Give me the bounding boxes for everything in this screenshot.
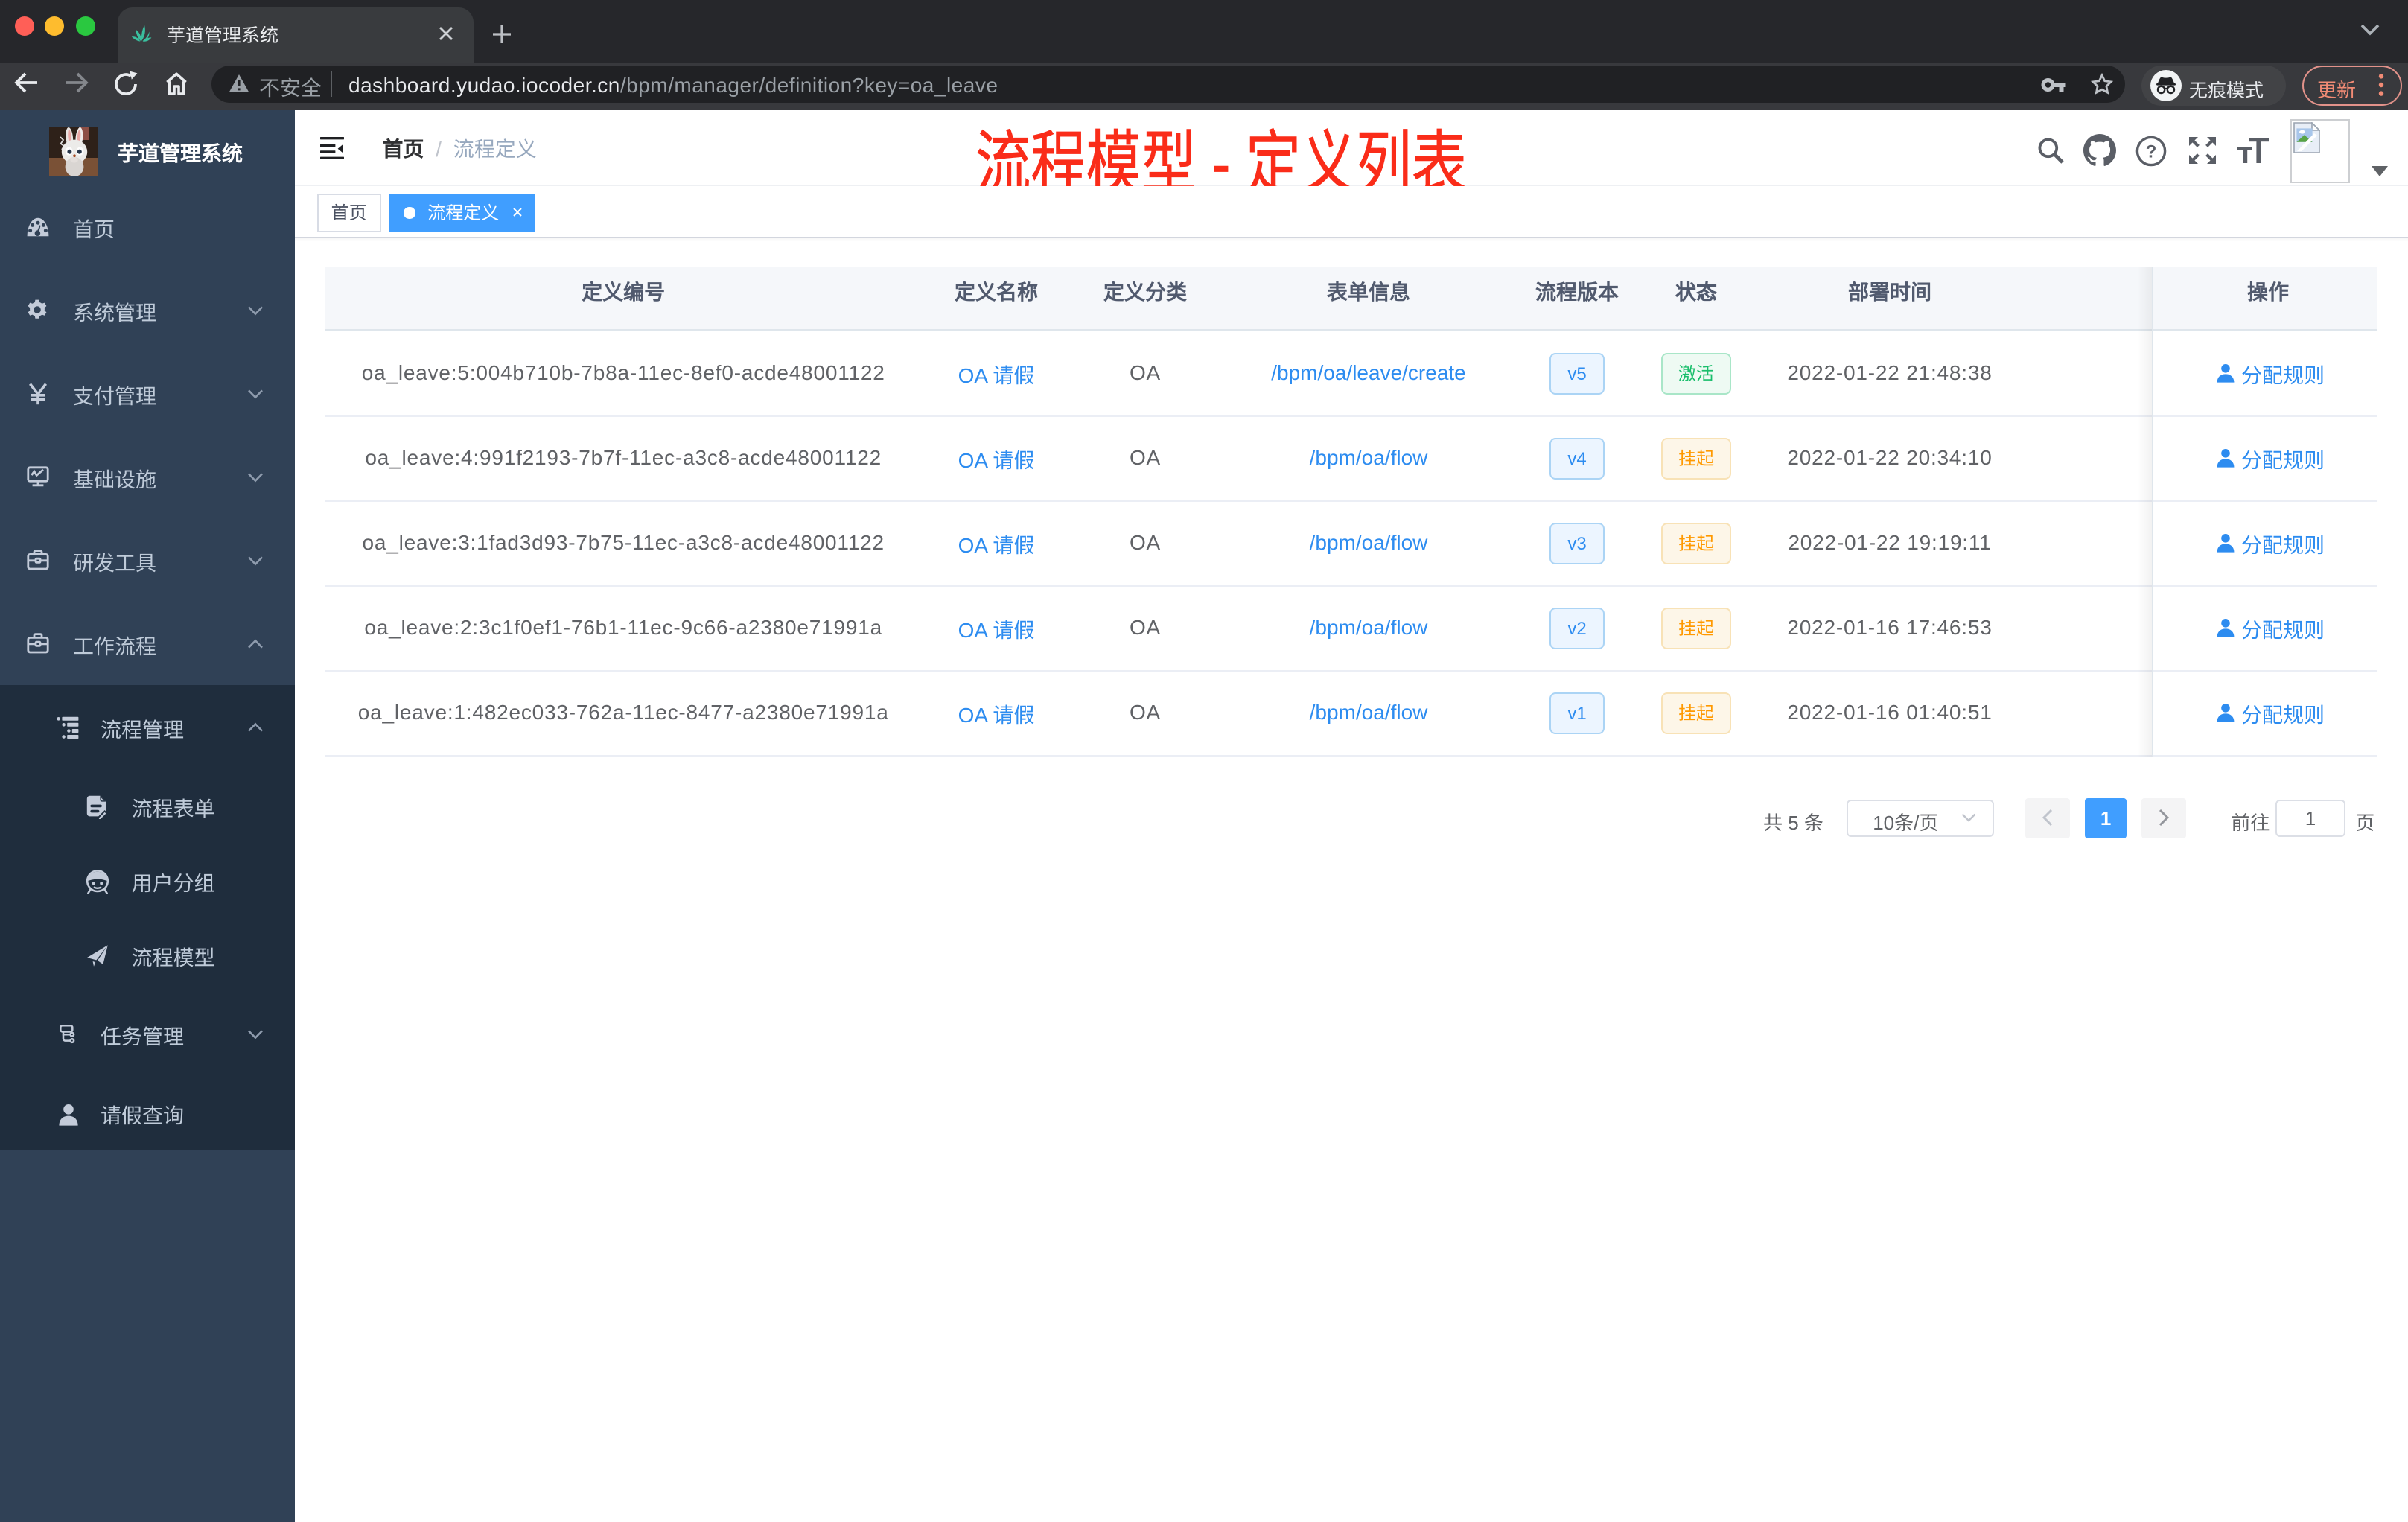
svg-text:?: ? <box>2146 141 2157 162</box>
